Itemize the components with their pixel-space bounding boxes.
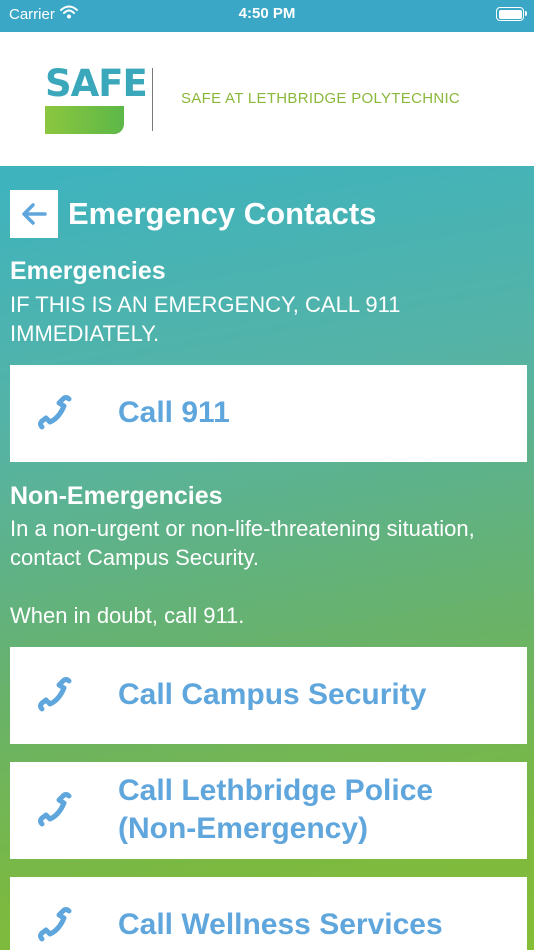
phone-icon	[38, 677, 72, 712]
main-content: Emergency Contacts Emergencies IF THIS I…	[0, 166, 534, 950]
call-911-button[interactable]: Call 911	[10, 365, 527, 462]
call-police-label-line2: (Non-Emergency)	[118, 812, 369, 845]
header-divider	[152, 68, 153, 131]
arrow-left-icon	[22, 203, 47, 225]
call-wellness-services-label: Call Wellness Services	[118, 908, 443, 941]
non-emergencies-note: When in doubt, call 911.	[10, 603, 245, 628]
non-emergencies-heading: Non-Emergencies	[10, 482, 223, 510]
logo-text: SAFE	[45, 62, 148, 105]
phone-icon	[38, 792, 72, 827]
phone-icon	[38, 395, 72, 430]
header-tagline: SAFE AT LETHBRIDGE POLYTECHNIC	[181, 90, 460, 107]
call-wellness-services-button[interactable]: Call Wellness Services	[10, 877, 527, 950]
app-header: SAFE SAFE AT LETHBRIDGE POLYTECHNIC	[0, 32, 534, 166]
call-campus-security-button[interactable]: Call Campus Security	[10, 647, 527, 744]
safe-logo: SAFE	[45, 62, 148, 134]
battery-icon	[496, 7, 527, 21]
call-lethbridge-police-button[interactable]: Call Lethbridge Police (Non-Emergency)	[10, 762, 527, 859]
tagline-suffix: LETHBRIDGE POLYTECHNIC	[247, 90, 461, 107]
status-time: 4:50 PM	[238, 5, 296, 22]
emergencies-heading: Emergencies	[10, 257, 166, 285]
phone-icon	[38, 907, 72, 942]
logo-bar	[45, 106, 124, 134]
emergencies-text: IF THIS IS AN EMERGENCY, CALL 911 IMMEDI…	[10, 292, 401, 346]
status-bar: Carrier 4:50 PM	[0, 0, 534, 32]
call-campus-security-label: Call Campus Security	[118, 678, 427, 711]
back-button[interactable]	[10, 190, 58, 238]
page-title: Emergency Contacts	[68, 196, 377, 231]
call-police-label-line1: Call Lethbridge Police	[118, 774, 434, 807]
tagline-prefix: SAFE AT	[181, 90, 248, 107]
non-emergencies-text: In a non-urgent or non-life-threatening …	[10, 516, 475, 570]
call-911-label: Call 911	[118, 396, 230, 429]
